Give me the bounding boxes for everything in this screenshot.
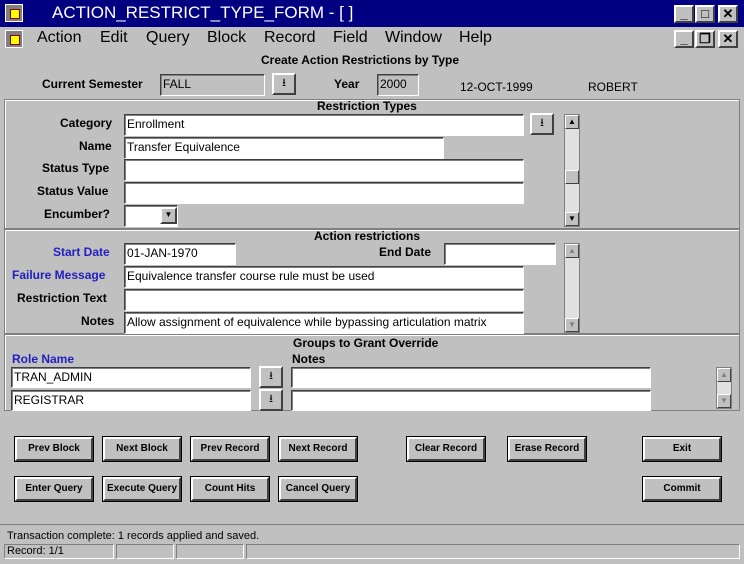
scroll-up-icon[interactable]: ▲ [717,368,731,382]
year-field[interactable]: 2000 [377,74,419,96]
end-date-field[interactable] [444,243,556,265]
prev-record-button[interactable]: Prev Record [190,436,270,462]
semester-label: Current Semester [42,77,143,91]
enter-query-button[interactable]: Enter Query [14,476,94,502]
scroll-down-icon[interactable]: ▼ [717,394,731,408]
count-hits-button[interactable]: Count Hits [190,476,270,502]
execute-query-button[interactable]: Execute Query [102,476,182,502]
semester-field[interactable]: FALL [160,74,265,96]
restriction-text-label: Restriction Text [17,291,107,305]
status-value-label: Status Value [37,184,109,198]
status-cell [116,544,174,559]
prev-block-button[interactable]: Prev Block [14,436,94,462]
menu-window[interactable]: Window [385,29,442,47]
scroll-down-icon[interactable]: ▼ [565,318,579,332]
role-name-field[interactable]: TRAN_ADMIN [11,367,251,388]
category-lov-icon[interactable]: ⭳ [530,113,554,135]
semester-lov-icon[interactable]: ⭳ [272,73,296,95]
role-lov-icon[interactable]: ⭳ [259,389,283,411]
title-bar: ACTION_RESTRICT_TYPE_FORM - [ ] _ □ ✕ [0,0,744,27]
role-name-header: Role Name [12,352,75,366]
mdi-close-icon[interactable]: ✕ [718,30,738,48]
year-label: Year [334,77,360,91]
encumber-label: Encumber? [44,207,111,221]
failure-message-field[interactable]: Equivalence transfer course rule must be… [124,266,524,288]
menu-block[interactable]: Block [207,29,246,47]
start-date-field[interactable]: 01-JAN-1970 [124,243,236,265]
menu-record[interactable]: Record [264,29,316,47]
start-date-label: Start Date [53,245,110,259]
mdi-restore-icon[interactable]: ❐ [695,30,715,48]
current-date: 12-OCT-1999 [460,80,533,94]
notes-label: Notes [81,314,115,328]
groups-title: Groups to Grant Override [293,336,439,350]
mdi-minimize-icon[interactable]: _ [674,30,694,48]
document-icon[interactable] [5,30,23,48]
role-notes-field[interactable] [291,367,651,388]
maximize-icon[interactable]: □ [695,5,715,23]
current-user: ROBERT [588,80,638,94]
menu-query[interactable]: Query [146,29,190,47]
menu-edit[interactable]: Edit [100,29,128,47]
status-message: Transaction complete: 1 records applied … [7,530,260,542]
status-divider [0,524,744,525]
groups-scrollbar[interactable]: ▲ ▼ [716,367,732,409]
status-cell [176,544,244,559]
minimize-icon[interactable]: _ [674,5,694,23]
restriction-types-scrollbar[interactable]: ▲ ▼ [564,114,580,227]
action-restrictions-title: Action restrictions [314,229,421,243]
scroll-down-icon[interactable]: ▼ [565,212,579,226]
restriction-text-field[interactable] [124,289,524,311]
notes-header: Notes [292,352,326,366]
clear-record-button[interactable]: Clear Record [406,436,486,462]
status-type-field[interactable] [124,159,524,181]
chevron-down-icon[interactable]: ▼ [160,207,177,224]
failure-message-label: Failure Message [12,268,106,282]
role-notes-field[interactable] [291,390,651,411]
app-icon[interactable] [5,4,23,22]
scroll-thumb[interactable] [565,170,579,184]
next-record-button[interactable]: Next Record [278,436,358,462]
status-type-label: Status Type [42,161,110,175]
exit-button[interactable]: Exit [642,436,722,462]
commit-button[interactable]: Commit [642,476,722,502]
menu-help[interactable]: Help [459,29,492,47]
name-field[interactable]: Transfer Equivalence [124,137,444,159]
close-icon[interactable]: ✕ [718,5,738,23]
notes-field[interactable]: Allow assignment of equivalence while by… [124,312,524,334]
record-indicator: Record: 1/1 [4,544,114,559]
role-name-field[interactable]: REGISTRAR [11,390,251,411]
erase-record-button[interactable]: Erase Record [507,436,587,462]
cancel-query-button[interactable]: Cancel Query [278,476,358,502]
category-field[interactable]: Enrollment [124,114,524,136]
restriction-types-title: Restriction Types [317,99,417,113]
next-block-button[interactable]: Next Block [102,436,182,462]
status-value-field[interactable] [124,182,524,204]
action-restrictions-scrollbar[interactable]: ▲ ▼ [564,243,580,333]
role-lov-icon[interactable]: ⭳ [259,366,283,388]
menu-action[interactable]: Action [37,29,81,47]
status-cell [246,544,740,559]
name-label: Name [79,139,112,153]
form-header: Create Action Restrictions by Type [261,53,460,67]
window-title: ACTION_RESTRICT_TYPE_FORM - [ ] [52,3,354,22]
scroll-up-icon[interactable]: ▲ [565,244,579,258]
menu-bar: Action Edit Query Block Record Field Win… [0,27,744,51]
category-label: Category [60,116,113,130]
end-date-label: End Date [379,245,432,259]
menu-field[interactable]: Field [333,29,368,47]
scroll-up-icon[interactable]: ▲ [565,115,579,129]
